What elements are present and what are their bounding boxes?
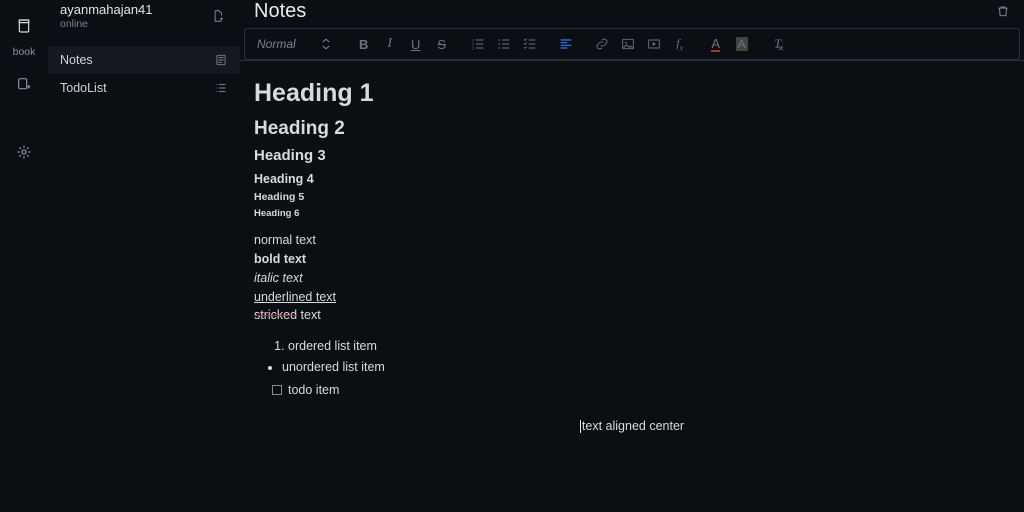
add-book-button[interactable]: [8, 68, 40, 100]
checklist-button[interactable]: [518, 32, 542, 56]
nav-rail: book: [0, 0, 48, 512]
sidebar-item-label: TodoList: [60, 81, 107, 95]
editor-toolbar: Normal B I U S 123 fx A: [244, 28, 1020, 60]
editor-area[interactable]: Heading 1 Heading 2 Heading 3 Heading 4 …: [240, 60, 1024, 512]
title-row: Notes: [240, 0, 1024, 28]
text-normal: normal text: [254, 231, 1010, 250]
bold-button[interactable]: B: [352, 32, 376, 56]
heading-2: Heading 2: [254, 115, 1010, 144]
ordered-list-icon: 123: [470, 36, 486, 52]
video-button[interactable]: [642, 32, 666, 56]
strike-button[interactable]: S: [430, 32, 454, 56]
ordered-list-button[interactable]: 123: [466, 32, 490, 56]
unordered-list-button[interactable]: [492, 32, 516, 56]
text-underlined: underlined text: [254, 288, 1010, 307]
sidebar-header: ayanmahajan41 online: [48, 0, 240, 36]
text-stricked: stricked text: [254, 306, 321, 325]
align-button[interactable]: [554, 32, 578, 56]
align-left-icon: [558, 36, 574, 52]
todo-row[interactable]: todo item: [272, 381, 1010, 400]
select-caret-icon: [318, 36, 334, 52]
italic-button[interactable]: I: [378, 32, 402, 56]
svg-text:3: 3: [472, 45, 475, 50]
link-button[interactable]: [590, 32, 614, 56]
video-icon: [646, 36, 662, 52]
book-icon: [16, 18, 32, 34]
link-icon: [594, 36, 610, 52]
image-button[interactable]: [616, 32, 640, 56]
format-select-value: Normal: [257, 37, 296, 51]
highlight-button[interactable]: A: [730, 32, 754, 56]
user-block: ayanmahajan41 online: [60, 2, 153, 30]
rail-label-book: book: [13, 46, 36, 58]
page-title: Notes: [254, 0, 306, 23]
sidebar-item-todolist[interactable]: TodoList: [48, 74, 240, 102]
book-tab-button[interactable]: [8, 10, 40, 42]
formula-icon: fx: [676, 36, 683, 52]
text-center: text aligned center: [254, 417, 1010, 436]
image-icon: [620, 36, 636, 52]
delete-button[interactable]: [996, 4, 1010, 18]
sidebar-item-notes[interactable]: Notes: [48, 46, 240, 74]
list-item: unordered list item: [282, 358, 1010, 377]
trash-icon: [996, 4, 1010, 18]
ordered-list: ordered list item: [288, 337, 1010, 356]
sidebar: ayanmahajan41 online Notes TodoList: [48, 0, 240, 512]
clear-format-button[interactable]: T✕: [766, 32, 790, 56]
heading-3: Heading 3: [254, 145, 1010, 168]
file-plus-icon: [211, 9, 225, 23]
list-item: ordered list item: [288, 337, 1010, 356]
heading-1: Heading 1: [254, 75, 1010, 113]
sidebar-list: Notes TodoList: [48, 46, 240, 102]
book-plus-icon: [16, 76, 32, 92]
heading-4: Heading 4: [254, 170, 1010, 189]
list-icon: [214, 81, 228, 95]
text-color-button[interactable]: A: [704, 32, 728, 56]
toolbar-wrap: Normal B I U S 123 fx A: [240, 28, 1024, 60]
text-italic: italic text: [254, 269, 1010, 288]
text-bold: bold text: [254, 250, 1010, 269]
bold-icon: B: [359, 37, 368, 52]
gear-icon: [16, 144, 32, 160]
heading-5: Heading 5: [254, 190, 1010, 206]
highlight-icon: A: [736, 37, 748, 51]
user-status: online: [60, 18, 153, 31]
format-select[interactable]: Normal: [251, 34, 340, 54]
underline-button[interactable]: U: [404, 32, 428, 56]
formula-button[interactable]: fx: [668, 32, 692, 56]
main: Notes Normal B I U S 123: [240, 0, 1024, 512]
strike-icon: S: [437, 37, 446, 52]
todo-label: todo item: [288, 381, 339, 400]
user-name: ayanmahajan41: [60, 2, 153, 18]
text-color-icon: A: [711, 37, 720, 52]
note-icon: [214, 53, 228, 67]
unordered-list: unordered list item: [282, 358, 1010, 377]
new-note-button[interactable]: [208, 6, 228, 26]
settings-button[interactable]: [8, 136, 40, 168]
italic-icon: I: [387, 36, 392, 52]
unordered-list-icon: [496, 36, 512, 52]
text-cursor: [580, 420, 581, 433]
checkbox-icon[interactable]: [272, 385, 282, 395]
sidebar-item-label: Notes: [60, 53, 93, 67]
underline-icon: U: [411, 37, 420, 52]
heading-6: Heading 6: [254, 207, 1010, 221]
checklist-icon: [522, 36, 538, 52]
clear-format-icon: T✕: [774, 36, 781, 52]
